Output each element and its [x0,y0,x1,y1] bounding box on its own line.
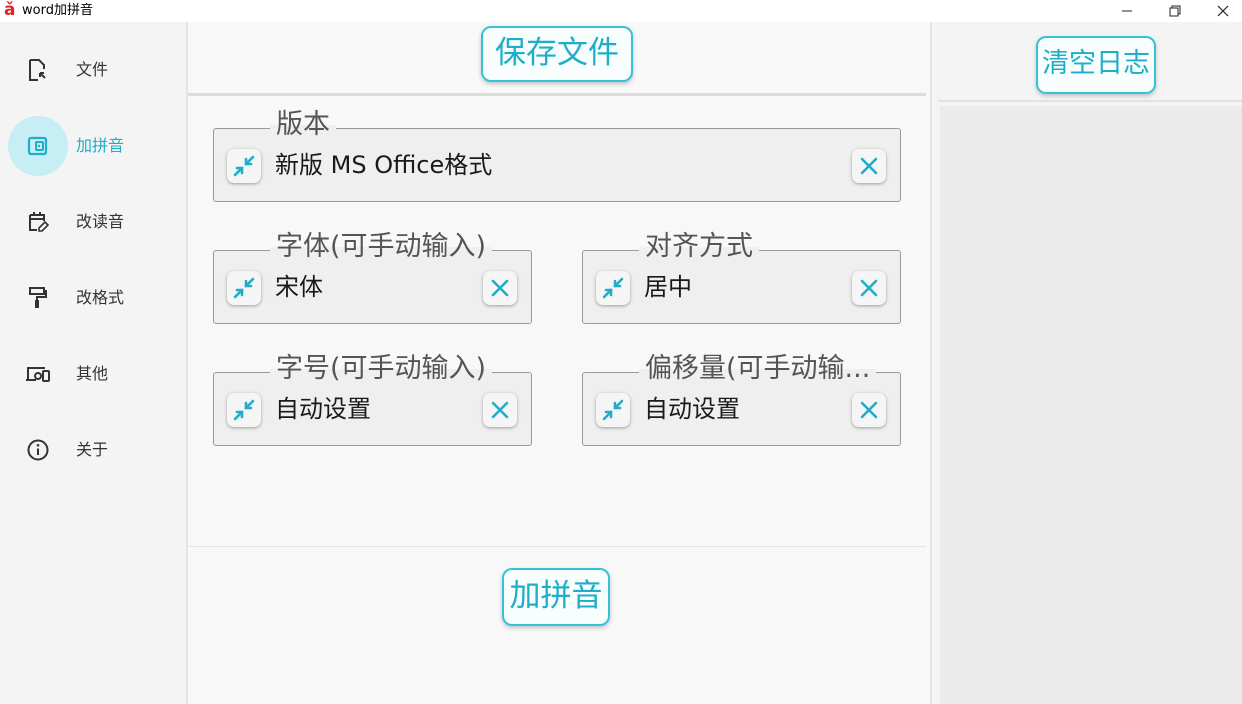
restore-icon [1169,5,1181,17]
clear-field-button[interactable] [483,271,517,305]
sidebar-item-add-pinyin[interactable]: 加拼音 [8,116,178,176]
minimize-button[interactable] [1104,0,1150,22]
close-icon [860,157,878,175]
collapse-button[interactable] [227,149,261,183]
field-legend: 偏移量(可手动输... [639,351,877,387]
offset-combo[interactable]: 偏移量(可手动输... 自动设置 [582,351,901,446]
field-legend: 字号(可手动输入) [270,351,493,387]
close-icon [1217,5,1229,17]
close-window-button[interactable] [1200,0,1242,22]
minimize-icon [1122,10,1132,12]
font-combo[interactable]: 字体(可手动输入) 宋体 [213,229,532,324]
clear-field-button[interactable] [852,393,886,427]
sidebar-item-label: 改读音 [76,212,125,231]
collapse-arrows-icon [602,399,624,421]
sidebar-item-label: 其他 [76,364,109,383]
close-icon [491,401,509,419]
collapse-button[interactable] [227,393,261,427]
clear-log-button[interactable]: 清空日志 [1036,36,1156,94]
divider [188,93,926,96]
field-legend: 对齐方式 [639,229,759,265]
clear-field-button[interactable] [483,393,517,427]
sidebar-item-about[interactable]: 关于 [8,420,178,480]
log-panel: 清空日志 [930,22,1242,704]
app-icon: ǎ [4,0,16,20]
sidebar: 文件 加拼音 改读音 改格式 其他 关于 [0,22,188,704]
close-icon [860,401,878,419]
sidebar-item-change-format[interactable]: 改格式 [8,268,178,328]
close-icon [860,279,878,297]
collapse-button[interactable] [227,271,261,305]
file-icon [8,40,68,100]
sidebar-item-label: 文件 [76,60,109,79]
wallet-icon [8,116,68,176]
save-file-button[interactable]: 保存文件 [481,26,633,82]
restore-button[interactable] [1152,0,1198,22]
window-title: word加拼音 [22,3,93,18]
field-value: 居中 [644,273,692,301]
title-bar: ǎ word加拼音 [0,0,1242,22]
collapse-arrows-icon [233,399,255,421]
clear-field-button[interactable] [852,149,886,183]
sidebar-item-label: 加拼音 [76,136,125,155]
clear-field-button[interactable] [852,271,886,305]
divider [188,546,926,547]
calendar-edit-icon [8,192,68,252]
sidebar-item-file[interactable]: 文件 [8,40,178,100]
version-combo[interactable]: 版本 新版 MS Office格式 [213,107,901,202]
divider [938,100,1242,102]
collapse-arrows-icon [233,277,255,299]
add-pinyin-button[interactable]: 加拼音 [502,568,610,626]
sidebar-item-other[interactable]: 其他 [8,344,178,404]
devices-icon [8,344,68,404]
info-icon [8,420,68,480]
alignment-combo[interactable]: 对齐方式 居中 [582,229,901,324]
field-legend: 版本 [270,107,336,143]
field-legend: 字体(可手动输入) [270,229,493,265]
paint-roller-icon [8,268,68,328]
sidebar-item-label: 关于 [76,440,109,459]
sidebar-item-change-reading[interactable]: 改读音 [8,192,178,252]
field-value: 自动设置 [644,395,740,423]
close-icon [491,279,509,297]
field-value: 新版 MS Office格式 [275,151,493,179]
field-value: 自动设置 [275,395,371,423]
collapse-button[interactable] [596,393,630,427]
field-value: 宋体 [275,273,323,301]
collapse-arrows-icon [233,155,255,177]
main-panel: 保存文件 版本 新版 MS Office格式 字体(可手动输入) 宋体 对齐方式… [188,22,930,704]
collapse-arrows-icon [602,277,624,299]
sidebar-item-label: 改格式 [76,288,125,307]
collapse-button[interactable] [596,271,630,305]
font-size-combo[interactable]: 字号(可手动输入) 自动设置 [213,351,532,446]
log-output[interactable] [940,106,1242,704]
